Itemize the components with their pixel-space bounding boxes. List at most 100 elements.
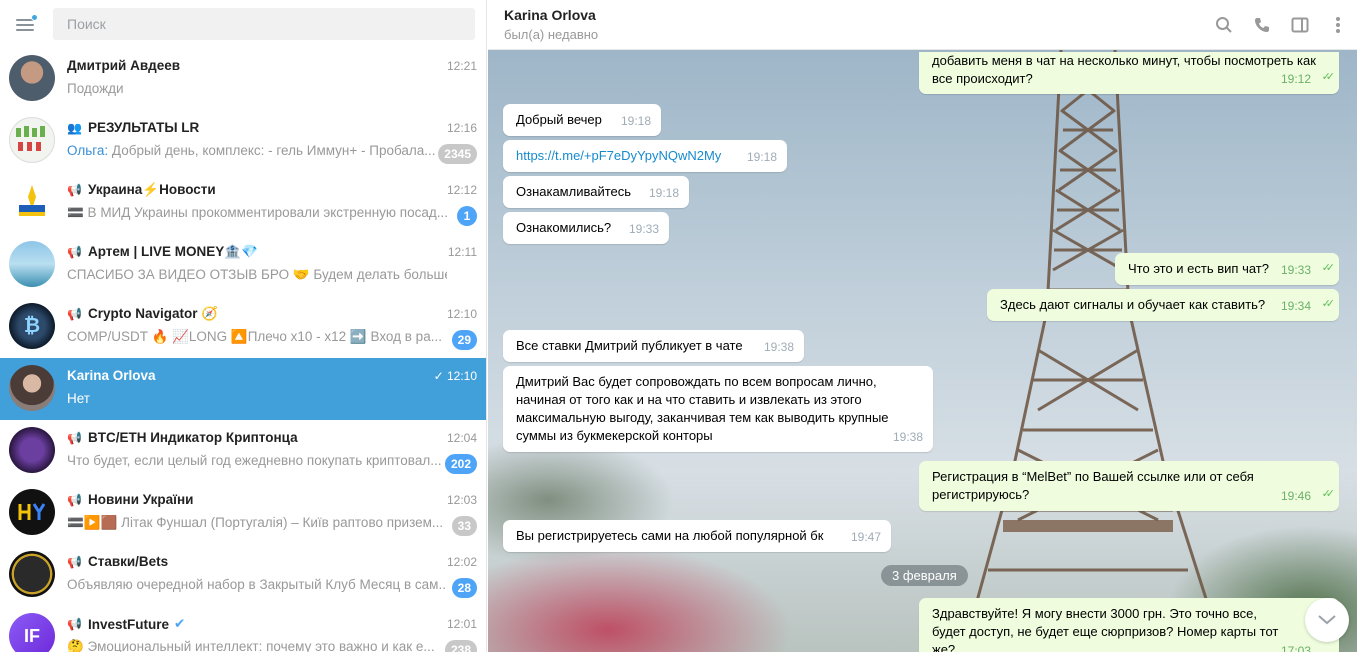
unread-badge: 1 [457,206,477,226]
unread-badge: 29 [451,330,477,350]
preview-text: Что будет, если целый год ежедневно поку… [67,453,442,468]
message-time: 17:03 [1280,644,1311,652]
message-incoming[interactable]: Ознакомились? 19:33 [503,212,669,244]
double-check-icon: ✓✓ [1321,262,1336,274]
sidebar-toggle-icon[interactable] [1289,14,1311,36]
message-outgoing[interactable]: добавить меня в чат на несколько минут, … [919,52,1339,94]
avatar [9,55,55,101]
chat-name: Karina Orlova [67,368,156,383]
chat-list-sidebar: Дмитрий Авдеев 12:21 Подожди 👥 РЕЗУЛЬТАТЫ… [0,0,487,652]
chat-time: 12:04 [446,431,477,445]
chat-title: РЕЗУЛЬТАТЫ LR [87,120,200,135]
chat-time: 12:21 [446,59,477,73]
phone-icon[interactable] [1251,14,1273,36]
date-separator: 3 февраля [881,565,968,586]
avatar: ₿ [9,303,55,349]
chat-panel: Karina Orlova был(а) недавно добавить ме… [488,0,1357,652]
unread-badge: 238 [444,640,477,652]
verified-icon: ✔ [173,616,186,631]
chevron-down-icon [1318,613,1336,628]
chat-title: BTC/ETH Индикатор Криптонца [87,430,298,445]
chat-list-item[interactable]: 📢 Украина⚡️Новости 12:12 🟰 В МИД Украины … [0,172,486,234]
chat-preview: Подожди [67,81,447,96]
avatar [9,427,55,473]
chat-title: InvestFuture [87,616,169,632]
bitcoin-icon: ₿ [23,314,41,337]
avatar [9,179,55,225]
more-vertical-icon[interactable] [1327,14,1349,36]
chat-name: 📢 Артем | LIVE MONEY🏦💎 [67,244,407,260]
unread-badge: 28 [451,578,477,598]
message-time: 19:12 [1280,72,1311,86]
message-incoming[interactable]: Добрый вечер 19:18 [503,104,661,136]
chat-time: 12:11 [447,245,477,259]
message-text: Добрый вечер [516,112,602,127]
message-time: 19:18 [648,186,679,200]
chat-list-item[interactable]: 👥 РЕЗУЛЬТАТЫ LR 12:16 Ольга: Добрый день,… [0,110,486,172]
chat-name: 📢 BTC/ETH Индикатор Криптонца [67,430,407,445]
scroll-down-button[interactable] [1305,598,1349,642]
message-time: 19:18 [746,150,777,164]
chat-list-item[interactable]: Дмитрий Авдеев 12:21 Подожди [0,48,486,110]
preview-author: Ольга: [67,143,109,158]
preview-text: 🟰▶️🟫 Літак Фуншал (Португалія) – Київ ра… [67,515,444,530]
message-time: 19:38 [763,340,794,354]
message-incoming[interactable]: Дмитрий Вас будет сопровождать по всем в… [503,366,933,452]
avatar-logo-icon: IF [24,625,40,646]
chat-list-item[interactable]: 📢 BTC/ETH Индикатор Криптонца 12:04 Что б… [0,420,486,482]
chat-name: 📢 Ставки/Bets [67,554,407,569]
avatar [9,551,55,597]
notification-dot [31,14,38,21]
chat-list-item[interactable]: 📢 Артем | LIVE MONEY🏦💎 12:11 СПАСИБО ЗА В… [0,234,486,296]
message-text: Все ставки Дмитрий публикует в чате [516,338,743,353]
chat-preview: Объявляю очередной набор в Закрытый Клуб… [67,577,447,592]
chat-header: Karina Orlova был(а) недавно [488,0,1357,50]
chat-time: 12:10 [434,369,477,383]
message-link[interactable]: https://t.me/+pF7eDyYpyNQwN2My [516,148,721,163]
search-input[interactable] [67,16,461,32]
message-outgoing[interactable]: Здравствуйте! Я могу внести 3000 грн. Эт… [919,598,1339,652]
message-incoming[interactable]: Все ставки Дмитрий публикует в чате 19:3… [503,330,804,362]
preview-text: Подожди [67,81,124,96]
message-incoming[interactable]: https://t.me/+pF7eDyYpyNQwN2My 19:18 [503,140,787,172]
sidebar-topbar [0,0,486,48]
chat-list-item[interactable]: ₿ 📢 Crypto Navigator 🧭 12:10 COMP/USDT 🔥 … [0,296,486,358]
unread-badge: 2345 [438,144,477,164]
double-check-icon: ✓✓ [1321,71,1336,83]
preview-text: 🟰 В МИД Украины прокомментировали экстре… [67,205,447,220]
chat-list-item[interactable]: 📢 Новини України 12:03 🟰▶️🟫 Літак Фуншал … [0,482,486,544]
message-text: Ознакомились? [516,220,612,235]
chat-time: 12:10 [446,307,477,321]
chat-list-item-active[interactable]: Karina Orlova 12:10 Нет [0,358,486,420]
chat-time: 12:02 [446,555,477,569]
message-outgoing[interactable]: Здесь дают сигналы и обучает как ставить… [987,289,1339,321]
message-text: Здравствуйте! Я могу внести 3000 грн. Эт… [932,606,1279,652]
message-text: Здесь дают сигналы и обучает как ставить… [1000,297,1266,312]
chat-name: 📢 InvestFuture ✔ [67,616,407,632]
avatar [9,117,55,163]
chat-list-item[interactable]: 📢 Ставки/Bets 12:02 Объявляю очередной на… [0,544,486,606]
message-outgoing[interactable]: Что это и есть вип чат? 19:33 ✓✓ [1115,253,1339,285]
message-time: 19:46 [1280,489,1311,503]
unread-badge: 33 [451,516,477,536]
chat-header-title[interactable]: Karina Orlova [504,7,596,23]
menu-icon[interactable] [16,14,38,34]
chat-list-item[interactable]: IF 📢 InvestFuture ✔ 12:01 🤔 Эмоциональный … [0,606,486,652]
chat-preview: Нет [67,391,447,406]
channel-icon: 📢 [67,430,82,445]
search-box[interactable] [53,8,475,40]
preview-text: СПАСИБО ЗА ВИДЕО ОТЗЫВ БРО 🤝 Будем делат… [67,267,447,282]
avatar: IF [9,613,55,652]
message-text: Дмитрий Вас будет сопровождать по всем в… [516,374,889,443]
channel-icon: 📢 [67,307,82,321]
message-text: Вы регистрируетесь сами на любой популяр… [516,528,824,543]
message-text: Ознакамливайтесь [516,184,632,199]
message-outgoing[interactable]: Регистрация в “MelBet” по Вашей ссылке и… [919,461,1339,511]
message-time: 19:38 [892,430,923,444]
message-incoming[interactable]: Вы регистрируетесь сами на любой популяр… [503,520,891,552]
search-icon[interactable] [1213,14,1235,36]
message-text: Регистрация в “MelBet” по Вашей ссылке и… [932,469,1254,502]
channel-icon: 📢 [67,554,82,569]
chat-title: Новини України [87,492,194,507]
message-incoming[interactable]: Ознакамливайтесь 19:18 [503,176,689,208]
